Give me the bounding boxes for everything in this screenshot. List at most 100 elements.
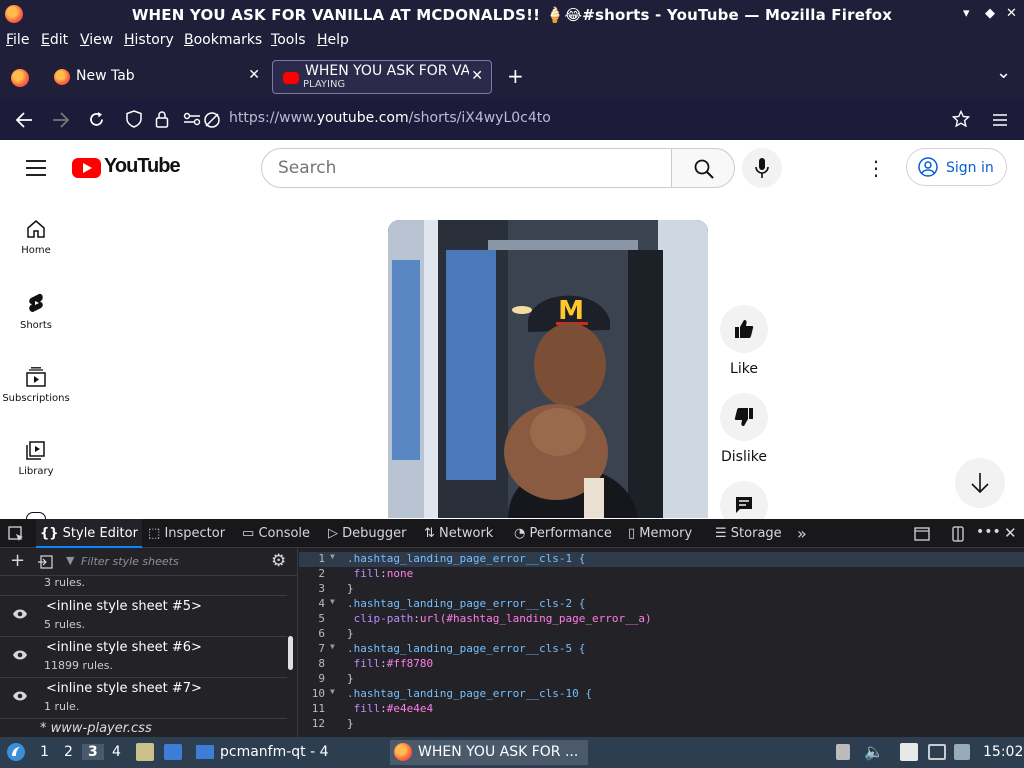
sidebar-item-library[interactable]: Library — [0, 440, 72, 477]
stylesheet-item[interactable]: <inline style sheet #5> 5 rules. — [0, 596, 287, 637]
fold-toggle-icon[interactable]: ▼ — [330, 552, 335, 561]
youtube-logo-text[interactable]: YouTube — [104, 155, 181, 178]
code-line: 7 ▼ .hashtag_landing_page_error__cls-5 { — [299, 642, 1024, 657]
element-picker-icon[interactable] — [8, 526, 24, 542]
dislike-button[interactable]: Dislike — [720, 393, 768, 465]
task-firefox[interactable]: WHEN YOU ASK FOR ... — [390, 740, 588, 765]
fold-toggle-icon[interactable]: ▼ — [330, 597, 335, 606]
memory-icon: ▯ — [628, 526, 636, 541]
menu-help[interactable]: Help — [317, 32, 349, 48]
code-line: 11 fill:#e4e4e4 — [299, 702, 1024, 717]
tab-debugger[interactable]: ▷ Debugger — [328, 519, 407, 548]
voice-search-button[interactable] — [742, 148, 782, 188]
tab-youtube-video[interactable]: WHEN YOU ASK FOR VANILLA AT MCDONALDS!! … — [272, 60, 492, 94]
filter-stylesheets-input[interactable]: Filter style sheets — [81, 555, 179, 568]
stylesheet-item[interactable]: <inline style sheet #6> 11899 rules. — [0, 637, 287, 678]
sidebar-item-subscriptions[interactable]: Subscriptions — [0, 367, 72, 404]
guide-menu-icon[interactable] — [26, 160, 46, 176]
tab-style-editor[interactable]: {} Style Editor — [36, 519, 142, 548]
fold-toggle-icon[interactable]: ▼ — [330, 642, 335, 651]
eye-icon[interactable] — [12, 649, 28, 665]
lock-icon[interactable] — [155, 110, 169, 128]
sign-in-button[interactable]: Sign in — [906, 148, 1007, 186]
menu-file[interactable]: File — [6, 32, 29, 48]
stylesheet-item[interactable]: * www-player.css — [0, 719, 287, 737]
firefox-view-icon[interactable] — [11, 69, 29, 87]
new-tab-button[interactable]: + — [507, 64, 524, 88]
fold-toggle-icon[interactable]: ▼ — [330, 687, 335, 696]
reload-icon[interactable] — [88, 111, 105, 128]
settings-menu-icon[interactable]: ⋮ — [866, 156, 886, 180]
tray-updates-icon[interactable] — [836, 744, 850, 760]
history-icon[interactable] — [26, 512, 46, 519]
desktop-launcher-icon[interactable] — [164, 744, 182, 760]
menu-edit[interactable]: Edit — [41, 32, 68, 48]
workspace-4[interactable]: 4 — [112, 744, 121, 760]
code-text: } — [347, 582, 354, 595]
bluetooth-tray-icon[interactable] — [954, 744, 970, 760]
menu-history[interactable]: History — [124, 32, 174, 48]
menu-view[interactable]: View — [80, 32, 113, 48]
back-icon[interactable] — [15, 112, 33, 128]
eye-icon[interactable] — [12, 608, 28, 624]
search-input[interactable] — [278, 158, 658, 178]
next-video-button[interactable] — [955, 458, 1005, 508]
tab-network[interactable]: ⇅ Network — [424, 519, 493, 548]
start-menu-icon[interactable] — [6, 742, 26, 762]
close-tab-icon[interactable]: ✕ — [248, 67, 260, 83]
gear-icon[interactable]: ⚙ — [271, 551, 286, 571]
window-title: WHEN YOU ASK FOR VANILLA AT MCDONALDS!! … — [131, 6, 893, 24]
network-tray-icon[interactable] — [928, 744, 946, 760]
list-all-tabs-icon[interactable]: ⌄ — [996, 62, 1011, 83]
maximize-button[interactable]: ◆ — [985, 6, 995, 21]
stylesheet-list-scrollbar[interactable] — [288, 636, 293, 670]
new-stylesheet-icon[interactable]: + — [10, 550, 25, 571]
search-button[interactable] — [671, 148, 735, 188]
close-window-button[interactable]: ✕ — [1006, 6, 1017, 21]
bookmark-star-icon[interactable] — [952, 110, 970, 128]
debugger-icon: ▷ — [328, 526, 338, 541]
autoplay-blocked-icon[interactable] — [203, 111, 221, 129]
devtools-menu-icon[interactable]: ••• — [976, 524, 1001, 540]
stylesheet-item[interactable]: 3 rules. — [0, 576, 287, 596]
responsive-design-icon[interactable] — [914, 527, 930, 541]
dock-options-icon[interactable] — [950, 526, 966, 542]
css-property: clip-path — [353, 612, 414, 625]
task-file-manager[interactable]: pcmanfm-qt - 4 windo... — [192, 740, 386, 765]
forward-icon[interactable] — [52, 112, 70, 128]
tab-memory[interactable]: ▯ Memory — [628, 519, 692, 548]
url-bar[interactable]: https://www.youtube.com/shorts/iX4wyL0c4… — [229, 110, 551, 126]
tab-new-tab[interactable]: New Tab ✕ — [44, 60, 268, 94]
permissions-icon[interactable] — [183, 111, 201, 127]
css-code-editor[interactable]: 1 ▼ .hashtag_landing_page_error__cls-1 {2 … — [299, 548, 1024, 737]
sidebar-item-home[interactable]: Home — [0, 219, 72, 256]
app-menu-icon[interactable] — [992, 113, 1008, 127]
menu-tools[interactable]: Tools — [271, 32, 306, 48]
tab-performance[interactable]: ◔ Performance — [514, 519, 612, 548]
youtube-logo-icon[interactable] — [72, 158, 101, 178]
like-button[interactable]: Like — [720, 305, 768, 377]
close-devtools-icon[interactable]: ✕ — [1004, 524, 1017, 542]
comments-button[interactable] — [720, 481, 768, 519]
minimize-button[interactable]: ▾ — [963, 6, 970, 21]
line-number: 2 — [318, 567, 325, 580]
menu-bookmarks[interactable]: Bookmarks — [184, 32, 262, 48]
clipboard-icon[interactable] — [900, 743, 918, 761]
files-launcher-icon[interactable] — [136, 743, 154, 761]
eye-icon[interactable] — [12, 690, 28, 706]
close-tab-icon[interactable]: ✕ — [471, 68, 483, 84]
code-text: } — [347, 672, 354, 685]
sidebar-item-shorts[interactable]: Shorts — [0, 292, 72, 331]
volume-icon[interactable]: 🔈 — [864, 742, 884, 761]
more-tools-icon[interactable]: » — [797, 519, 807, 548]
shorts-video-player[interactable]: M — [388, 220, 708, 518]
workspace-1[interactable]: 1 — [40, 744, 49, 760]
tracking-protection-shield-icon[interactable] — [126, 110, 142, 128]
stylesheet-item[interactable]: <inline style sheet #7> 1 rule. — [0, 678, 287, 719]
workspace-2[interactable]: 2 — [64, 744, 73, 760]
tab-storage[interactable]: ☰ Storage — [715, 519, 782, 548]
workspace-3[interactable]: 3 — [82, 744, 104, 760]
import-stylesheet-icon[interactable] — [38, 555, 53, 569]
tab-inspector[interactable]: ⬚ Inspector — [148, 519, 225, 548]
tab-console[interactable]: ▭ Console — [242, 519, 310, 548]
